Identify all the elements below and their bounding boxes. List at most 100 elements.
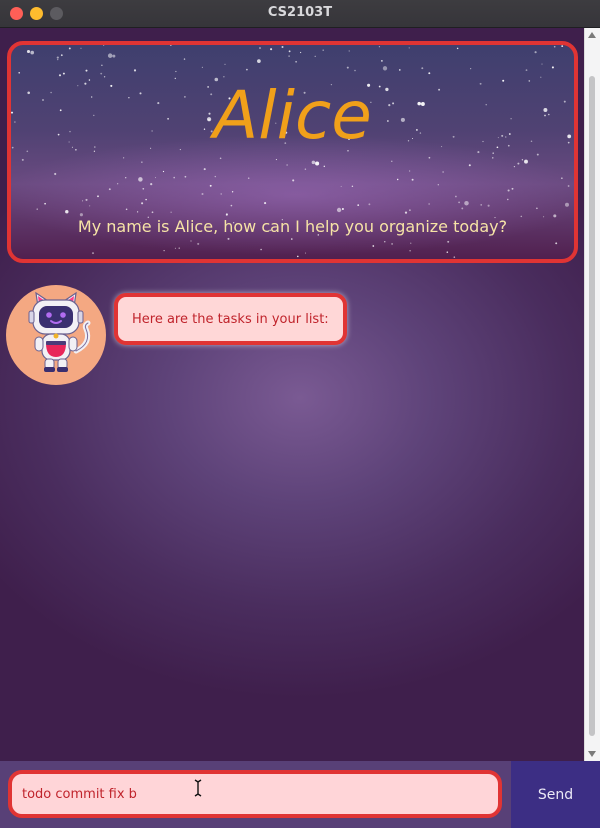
star-dot [382,66,388,71]
star-dot [141,161,143,163]
scrollbar-thumb[interactable] [589,76,595,736]
star-dot [492,152,494,154]
star-dot [246,68,248,71]
star-dot [175,70,177,73]
star-dot [133,69,137,72]
star-dot [502,79,505,82]
scroll-up-arrow-icon[interactable] [588,32,596,38]
star-dot [85,198,88,201]
send-button[interactable]: Send [511,761,600,828]
chat-scroll-area[interactable]: Alice My name is Alice, how can I help y… [0,28,584,761]
star-dot [437,184,439,186]
star-dot [57,58,59,61]
star-dot [551,66,554,69]
star-dot [492,157,494,159]
star-dot [553,45,556,48]
star-dot [511,187,514,190]
star-dot [82,200,84,202]
star-dot [136,211,139,213]
star-dot [323,165,326,168]
star-dot [442,171,444,173]
star-dot [201,66,204,69]
star-dot [259,47,261,49]
star-dot [541,63,543,65]
star-dot [384,241,386,243]
star-dot [270,48,273,51]
star-dot [480,204,483,206]
star-dot [169,45,172,46]
star-dot [151,211,154,214]
star-dot [288,50,291,53]
star-dot [178,247,180,249]
star-dot [567,185,570,187]
star-dot [68,47,71,50]
star-dot [534,51,537,54]
star-dot [304,252,307,254]
star-dot [89,205,91,207]
greeting-subtitle: My name is Alice, how can I help you org… [77,217,508,236]
star-dot [468,164,471,167]
star-dot [36,208,38,210]
star-dot [219,157,222,160]
star-dot [464,200,469,206]
star-dot [163,249,165,252]
star-dot [142,187,145,190]
star-dot [528,80,531,82]
star-dot [456,47,459,50]
star-dot [521,159,524,161]
star-dot [340,185,342,187]
star-dot [311,160,316,165]
star-dot [428,156,431,159]
star-dot [190,240,192,242]
star-dot [281,46,284,48]
star-dot [56,56,59,59]
star-dot [461,207,464,210]
star-dot [179,149,181,151]
star-dot [517,162,520,165]
star-dot [565,202,569,207]
message-input[interactable] [8,770,502,818]
star-dot [60,54,63,57]
star-dot [410,242,412,244]
star-dot [447,240,450,243]
star-dot [291,238,293,240]
star-dot [145,198,147,201]
star-dot [408,209,411,212]
star-dot [408,47,410,49]
star-dot [525,69,528,71]
star-dot [108,188,111,191]
star-dot [224,63,226,66]
star-dot [286,164,288,166]
star-dot [225,213,228,216]
star-dot [231,191,234,193]
star-dot [92,252,94,255]
star-dot [125,208,128,211]
star-dot [536,207,538,210]
star-dot [368,203,371,206]
bot-avatar [6,285,106,385]
star-dot [54,172,57,176]
star-dot [103,76,106,78]
star-dot [100,72,103,75]
text-cursor-icon [194,779,202,797]
star-dot [381,60,383,62]
star-dot [85,69,88,72]
star-dot [123,157,125,159]
star-dot [357,204,360,206]
star-dot [304,168,307,170]
star-dot [513,166,515,168]
star-dot [299,51,302,54]
star-dot [524,159,528,164]
star-dot [336,207,342,213]
star-dot [409,250,411,252]
star-dot [44,202,46,205]
vertical-scrollbar[interactable] [584,28,600,761]
star-dot [227,237,230,240]
scroll-down-arrow-icon[interactable] [588,751,596,757]
star-dot [572,47,574,49]
greeting-card: Alice My name is Alice, how can I help y… [7,41,578,263]
star-dot [540,76,542,78]
star-dot [93,150,96,152]
star-dot [455,195,457,198]
star-dot [26,150,29,153]
